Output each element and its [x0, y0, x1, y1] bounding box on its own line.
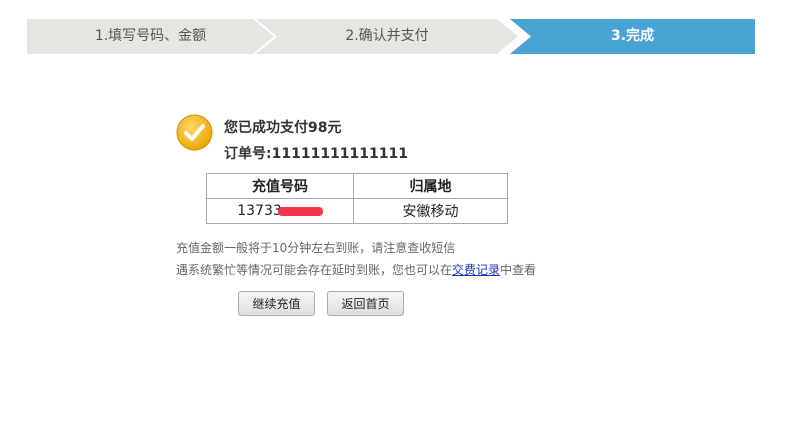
phone-cell: 13733 — [206, 198, 354, 224]
success-check-icon — [176, 114, 213, 151]
result-table: 充值号码 归属地 13733 安徽移动 — [206, 173, 508, 224]
phone-number: 13733 — [237, 203, 282, 219]
table-header-row: 充值号码 归属地 — [206, 173, 508, 199]
step-label: 2.确认并支付 — [345, 28, 429, 44]
location-cell: 安徽移动 — [353, 198, 508, 224]
delay-note-suffix: 中查看 — [500, 263, 537, 277]
delay-note-text: 遇系统繁忙等情况可能会存在延时到账，您也可以在 — [176, 263, 453, 277]
order-label: 订单号: — [224, 146, 272, 162]
step-fill-number: 1.填写号码、金额 — [27, 19, 274, 54]
delay-note: 遇系统繁忙等情况可能会存在延时到账，您也可以在交费记录中查看 — [176, 261, 536, 278]
redaction-mark — [277, 206, 323, 216]
step-label: 1.填写号码、金额 — [94, 28, 207, 44]
table-row: 13733 安徽移动 — [206, 198, 508, 224]
return-home-button[interactable]: 返回首页 — [327, 291, 404, 316]
column-header-phone: 充值号码 — [206, 173, 354, 199]
step-complete: 3.完成 — [510, 19, 755, 54]
step-label: 3.完成 — [610, 28, 655, 44]
order-number-line: 订单号:11111111111111 — [224, 143, 408, 163]
continue-recharge-button[interactable]: 继续充值 — [238, 291, 315, 316]
payment-records-link[interactable]: 交费记录 — [452, 263, 500, 277]
column-header-location: 归属地 — [353, 173, 508, 199]
arrival-note: 充值金额一般将于10分钟左右到账，请注意查收短信 — [176, 241, 456, 255]
progress-steps: 1.填写号码、金额 2.确认并支付 3.完成 — [27, 19, 755, 54]
success-message: 您已成功支付98元 — [224, 120, 342, 136]
order-number: 11111111111111 — [271, 146, 408, 162]
step-confirm-pay: 2.确认并支付 — [256, 19, 518, 54]
